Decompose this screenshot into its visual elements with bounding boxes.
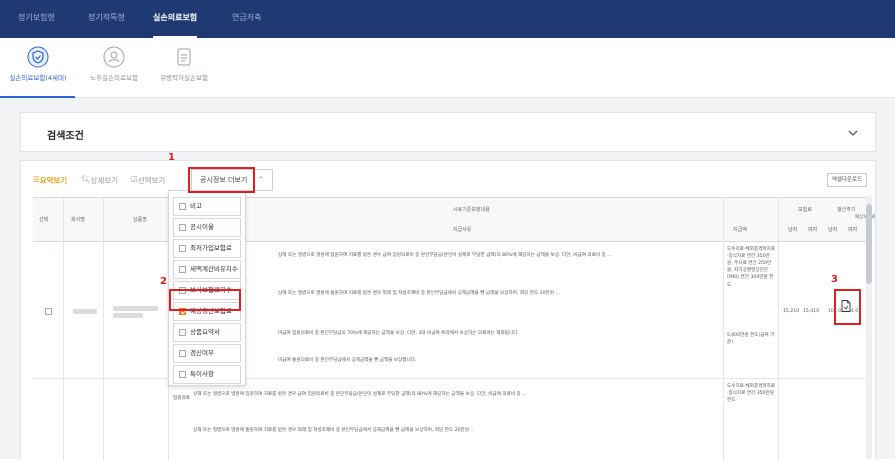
chevron-down-icon[interactable] (847, 127, 859, 139)
header-male-2: 남자 (828, 227, 838, 233)
tab-term-rider[interactable]: 정기적특형 (88, 0, 125, 38)
annotation-number-3: 3 (831, 274, 838, 285)
elderly-icon (103, 46, 125, 68)
excel-download-button[interactable]: 엑셀다운로드 (827, 173, 867, 187)
option-label: 최저가입보험료 (190, 244, 232, 252)
limit-note: 도수치료·체외충격파치료·증식치료 연간 350만원, 주사료 연간 250만원… (727, 247, 775, 288)
highlight-more-button (188, 167, 255, 193)
option-label: 갱신여부 (190, 349, 214, 357)
coverage-text: 상해 또는 질병으로 병원에 입원하여 치료를 받은 경우 급여 입원의료비 중… (278, 253, 612, 258)
option-checkbox[interactable] (179, 224, 186, 231)
option-checkbox[interactable] (179, 203, 186, 210)
subnav-label: 유병력자실손보험 (160, 74, 208, 82)
header-female-2: 여자 (848, 227, 858, 233)
scrollbar-thumb[interactable] (866, 204, 872, 284)
tab-term-insurance[interactable]: 정기보험형 (18, 0, 55, 38)
subnav-label: 실손의료보험(4세대) (9, 74, 67, 82)
option-label: 특이사항 (190, 370, 214, 378)
coverage-text: 상해 또는 질병으로 병원에 입원하여 치료를 받은 경우 급여 입원의료비 중… (193, 392, 527, 397)
header-company: 회사명 (71, 217, 85, 223)
table-row[interactable]: 입원의료 상해 또는 질병으로 병원에 입원하여 치료를 받은 경우 급여 입원… (33, 242, 869, 379)
premium-female: 15,410 (803, 309, 820, 314)
summary-view-label: 요약보기 (39, 176, 68, 185)
table-header: 선택 회사명 상품명 급여 시료기준보장내용 지급사유 지급액 보험료 갱신주기… (33, 198, 876, 242)
header-choice: 선택 (39, 217, 49, 223)
option-checkbox[interactable] (179, 350, 186, 357)
option-renewal-status[interactable]: 갱신여부 (173, 344, 241, 363)
comparison-table: 선택 회사명 상품명 급여 시료기준보장내용 지급사유 지급액 보험료 갱신주기… (33, 197, 876, 461)
option-remarks[interactable]: 비고 (173, 197, 241, 216)
option-tax-index[interactable]: 세액계산비유지수 (173, 260, 241, 279)
chevron-up-icon: ^ (258, 176, 264, 184)
option-label: 공시이율 (190, 223, 214, 231)
product-name-redacted (113, 306, 158, 311)
detail-view-toggle[interactable]: 🔍︎ 상세보기 (81, 175, 118, 185)
limit-note: 도수치료·체외충격파치료·증식치료 연간 350만원 한도 (727, 384, 775, 404)
row-checkbox[interactable] (45, 308, 52, 315)
company-name-redacted (73, 309, 97, 314)
option-label: 세액계산비유지수 (190, 265, 238, 273)
subnav-item-senior[interactable]: 노후실손의료보험 (78, 46, 150, 82)
option-product-summary[interactable]: 상품요약서 (173, 323, 241, 342)
results-panel: ☰ 요약보기 🔍︎ 상세보기 ☑ 선택보기 공시정보 더보기 ^ 엑셀다운로드 … (20, 160, 876, 461)
table-scrollbar[interactable] (866, 196, 872, 459)
subnav-item-4th-gen[interactable]: 실손의료보험(4세대) (2, 46, 74, 82)
coverage-text: 비급여 입원의료비 중 본인부담금의 70%에 해당하는 금액을 보상. 다만,… (278, 331, 519, 336)
product-name-redacted (113, 313, 143, 318)
option-label: 상품요약서 (190, 328, 220, 336)
disclosure-options-menu: 비고 공시이율 최저가입보험료 세액계산비유지수 보사보험료지수 예상갱신보험료… (168, 190, 246, 386)
option-checkbox[interactable] (179, 371, 186, 378)
selected-view-label: 선택보기 (137, 176, 166, 185)
product-subnav: 실손의료보험(4세대) 노후실손의료보험 유병력자실손보험 (0, 38, 895, 98)
coverage-text: 상해 또는 질병으로 병원에 통원하여 치료를 받은 경우 외래 및 처방조제비… (193, 428, 475, 433)
option-min-premium[interactable]: 최저가입보험료 (173, 239, 241, 258)
header-coverage-group: 시료기준보장내용 (453, 207, 490, 213)
tab-pension-savings[interactable]: 연금저축 (232, 0, 261, 38)
tab-indemnity-medical[interactable]: 실손의료보험 (153, 0, 198, 38)
shield-icon (27, 46, 49, 68)
header-female: 여자 (808, 227, 818, 233)
subnav-item-preexisting[interactable]: 유병력자실손보험 (148, 46, 220, 82)
coverage-text: 상해 또는 질병으로 병원에 통원하여 치료를 받은 경우 외래 및 처방조제비… (278, 291, 560, 296)
header-coverage-detail: 지급사유 (453, 227, 472, 233)
highlight-expected-renewal-option (169, 289, 241, 311)
summary-view-toggle[interactable]: ☰ 요약보기 (33, 175, 67, 185)
search-conditions-title: 검색조건 (47, 131, 84, 142)
header-renewal: 갱신주기 (837, 207, 856, 213)
option-checkbox[interactable] (179, 245, 186, 252)
annotation-number-1: 1 (168, 152, 175, 163)
top-navigation: 정기보험형 정기적특형 실손의료보험 연금저축 (0, 0, 895, 38)
header-male: 남자 (788, 227, 798, 233)
subnav-label: 노후실손의료보험 (90, 74, 138, 82)
option-special-notes[interactable]: 특이사항 (173, 365, 241, 384)
document-icon[interactable] (841, 300, 851, 312)
selected-view-toggle[interactable]: ☑ 선택보기 (131, 175, 165, 185)
premium-male: 15,210 (783, 309, 800, 314)
search-conditions-panel[interactable]: 검색조건 (20, 112, 876, 152)
limit-note: 5,000만원 한도(급여 기준) (727, 333, 775, 346)
option-label: 비고 (190, 202, 202, 210)
header-limit: 지급액 (733, 227, 747, 233)
header-premium: 보험료 (798, 207, 812, 213)
option-checkbox[interactable] (179, 266, 186, 273)
detail-view-label: 상세보기 (90, 176, 119, 185)
option-disclosed-rate[interactable]: 공시이율 (173, 218, 241, 237)
coverage-text: 비급여 통원의료비 중 본인부담금에서 공제금액을 뺀 금액을 보상합니다. (278, 358, 417, 363)
header-product: 상품명 (133, 217, 147, 223)
option-checkbox[interactable] (179, 329, 186, 336)
clipboard-icon (177, 48, 191, 66)
annotation-number-2: 2 (160, 276, 167, 287)
table-row[interactable]: 입원의료 상해 또는 질병으로 병원에 입원하여 치료를 받은 경우 급여 입원… (33, 379, 869, 461)
